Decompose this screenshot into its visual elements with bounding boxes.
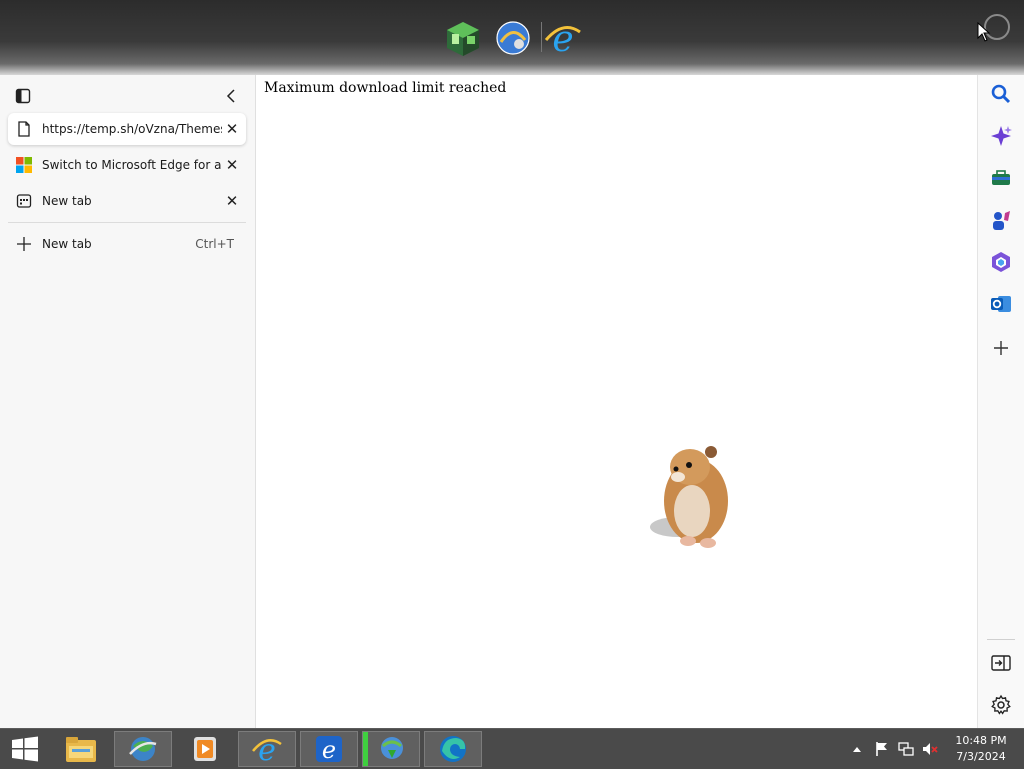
new-tab-shortcut: Ctrl+T [195, 237, 234, 251]
download-manager-icon [381, 737, 403, 759]
internet-explorer-icon: e [544, 19, 581, 60]
microsoft365-icon[interactable] [990, 251, 1012, 273]
tabs-divider [8, 222, 246, 223]
desktop-pet-hamster[interactable] [648, 445, 738, 555]
vertical-tabs-pane: https://temp.sh/oVzna/Themes.zip ✕ Switc… [0, 75, 256, 728]
internet-explorer-blue-icon: e [316, 736, 342, 764]
tab-item-temp-sh[interactable]: https://temp.sh/oVzna/Themes.zip ✕ [8, 113, 246, 145]
settings-gear-icon[interactable] [990, 694, 1012, 716]
close-tab-icon[interactable]: ✕ [222, 120, 242, 138]
mouse-cursor-icon [977, 22, 991, 42]
dock-app-network[interactable] [493, 18, 533, 58]
tab-title: https://temp.sh/oVzna/Themes.zip [42, 122, 222, 136]
tab-title: Switch to Microsoft Edge for a better br… [42, 158, 222, 172]
taskbar-microsoft-edge[interactable] [424, 731, 482, 767]
new-tab-page-icon [16, 193, 32, 209]
tab-title: New tab [42, 194, 92, 208]
close-tab-icon[interactable]: ✕ [222, 156, 242, 174]
vertical-tabs-header [0, 75, 255, 115]
page-icon [16, 121, 32, 137]
dock-divider [541, 22, 542, 52]
taskbar-internet-explorer-2[interactable]: e [300, 731, 358, 767]
internet-explorer-icon: e [252, 733, 282, 765]
svg-text:e: e [258, 733, 276, 765]
network-globe-icon [496, 21, 530, 55]
control-panel-icon [447, 22, 479, 56]
microsoft-logo-icon [16, 157, 32, 173]
action-center-flag-icon[interactable] [874, 741, 890, 757]
tab-actions-menu-icon[interactable] [15, 88, 31, 104]
show-hidden-icons-chevron-icon[interactable] [852, 745, 862, 753]
search-icon[interactable] [990, 83, 1012, 105]
clock-time: 10:48 PM [955, 734, 1007, 747]
dock-app-internet-explorer[interactable]: e [543, 18, 583, 60]
edge-icon [440, 736, 466, 762]
globe-icon [129, 737, 157, 761]
taskbar-media-player[interactable] [176, 731, 234, 767]
tab-item-new-tab[interactable]: New tab ✕ [8, 185, 246, 217]
taskbar: e e 10:48 PM 7/3/2024 [0, 728, 1024, 769]
start-button[interactable] [0, 731, 50, 767]
copilot-icon[interactable] [990, 125, 1012, 147]
new-tab-label: New tab [42, 237, 92, 251]
volume-muted-icon[interactable] [922, 741, 938, 757]
split-screen-icon[interactable] [990, 652, 1012, 674]
close-tab-icon[interactable]: ✕ [222, 192, 242, 210]
plus-icon [16, 236, 32, 252]
sidebar-divider [987, 639, 1015, 640]
svg-text:e: e [322, 736, 336, 764]
web-content: Maximum download limit reached [256, 75, 976, 728]
collapse-pane-icon[interactable] [224, 88, 238, 104]
edge-sidebar [977, 75, 1024, 728]
system-clock[interactable]: 10:48 PM 7/3/2024 [944, 733, 1018, 765]
taskbar-file-explorer[interactable] [52, 731, 110, 767]
dock: e [438, 14, 588, 62]
taskbar-download-manager[interactable] [362, 731, 420, 767]
new-tab-button[interactable]: New tab Ctrl+T [8, 228, 246, 260]
taskbar-network-app[interactable] [114, 731, 172, 767]
progress-indicator [363, 732, 368, 766]
folder-icon [66, 737, 96, 762]
tools-icon[interactable] [990, 167, 1012, 189]
title-bar: e [0, 0, 1024, 75]
download-limit-message: Maximum download limit reached [264, 80, 507, 96]
outlook-icon[interactable] [990, 293, 1012, 315]
tab-item-switch-to-edge[interactable]: Switch to Microsoft Edge for a better br… [8, 149, 246, 181]
network-icon[interactable] [898, 741, 914, 757]
media-player-icon [194, 737, 216, 761]
games-icon[interactable] [990, 209, 1012, 231]
windows-logo-icon [12, 736, 38, 762]
clock-date: 7/3/2024 [956, 750, 1006, 763]
dock-app-control-panel[interactable] [443, 18, 483, 58]
add-icon[interactable] [990, 337, 1012, 359]
taskbar-internet-explorer-1[interactable]: e [238, 731, 296, 767]
svg-text:e: e [552, 19, 573, 58]
